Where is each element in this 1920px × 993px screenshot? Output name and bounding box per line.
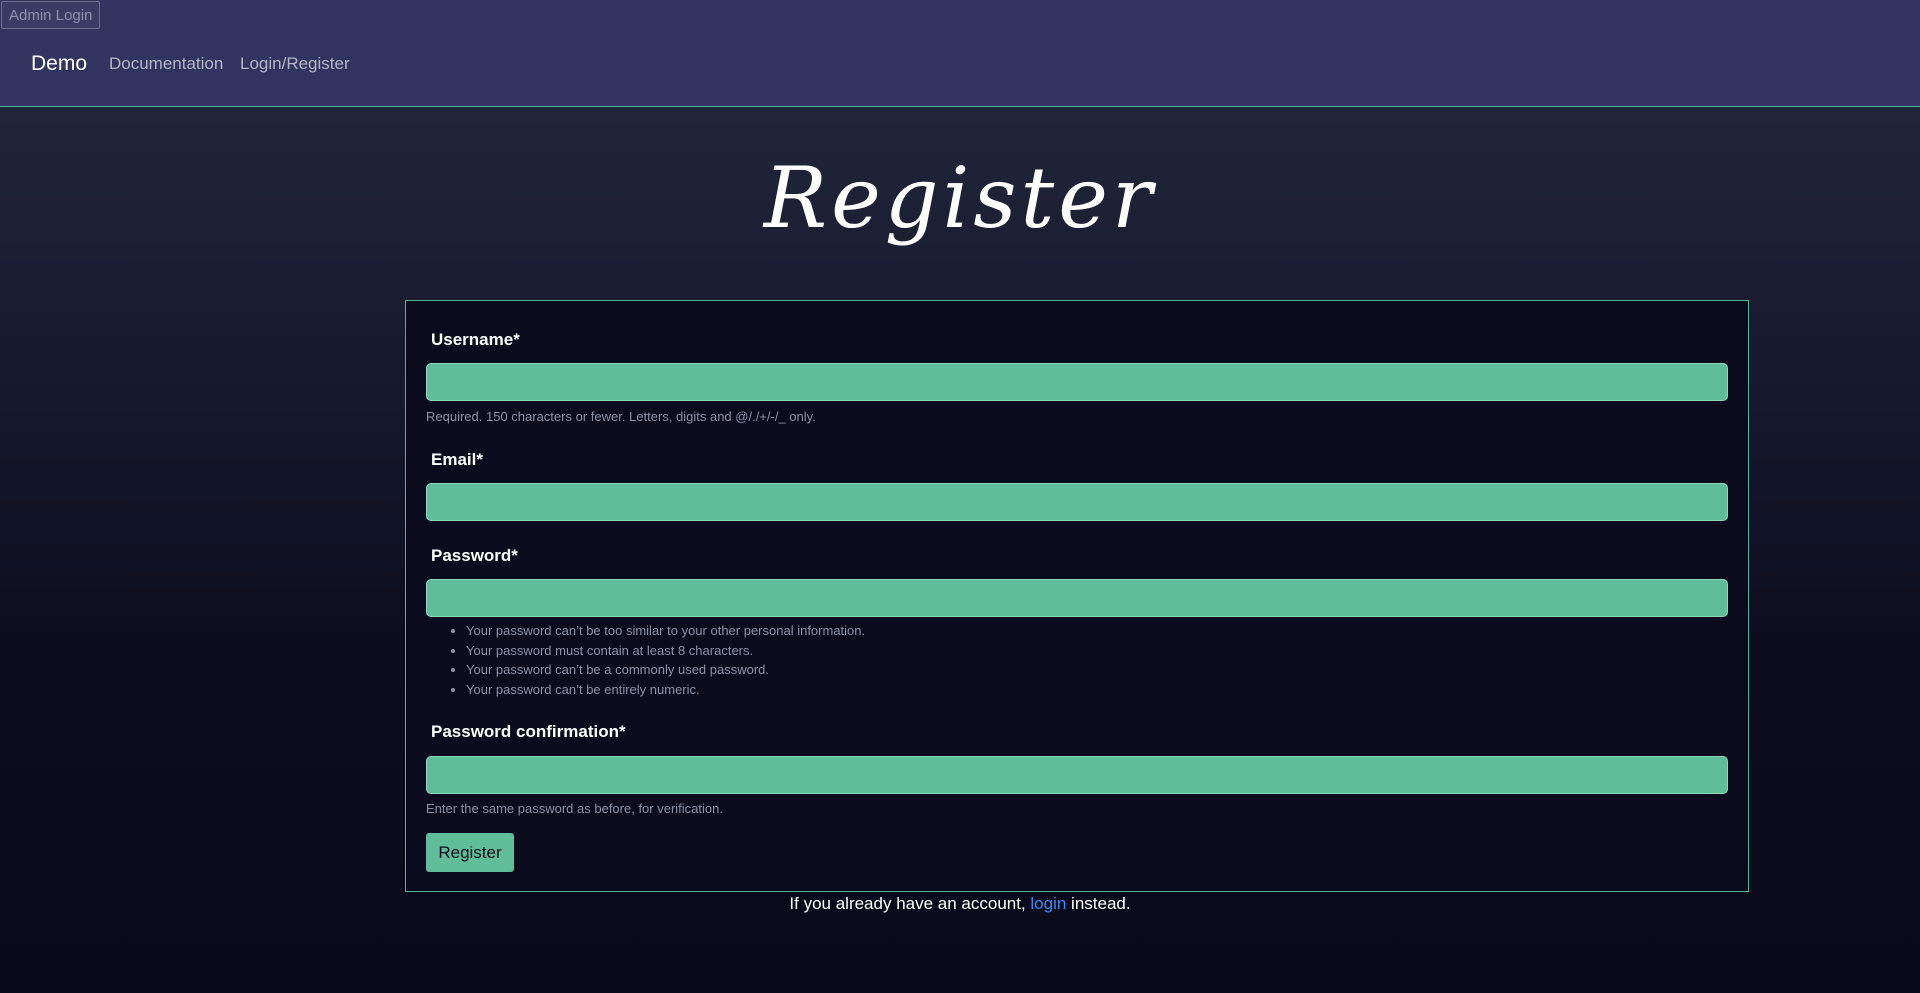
password-input[interactable] xyxy=(426,579,1728,617)
login-prompt-suffix: instead. xyxy=(1066,894,1131,913)
login-prompt-prefix: If you already have an account, xyxy=(789,894,1031,913)
nav-documentation-link[interactable]: Documentation xyxy=(109,52,223,76)
registration-form: Username* Required. 150 characters or fe… xyxy=(405,300,1749,892)
password-rule-item: Your password can’t be a commonly used p… xyxy=(466,660,865,680)
password-label: Password* xyxy=(431,546,518,565)
username-label: Username* xyxy=(431,330,520,349)
page-title: Register xyxy=(763,149,1157,247)
email-input[interactable] xyxy=(426,483,1728,521)
username-input[interactable] xyxy=(426,363,1728,401)
admin-login-button[interactable]: Admin Login xyxy=(1,1,101,29)
login-link[interactable]: login xyxy=(1030,894,1066,913)
password-rule-item: Your password must contain at least 8 ch… xyxy=(466,641,865,661)
login-prompt: If you already have an account, login in… xyxy=(0,893,1920,915)
email-label: Email* xyxy=(431,450,483,469)
password-confirmation-input[interactable] xyxy=(426,756,1728,794)
password-confirmation-help-text: Enter the same password as before, for v… xyxy=(426,801,723,816)
password-rule-item: Your password can’t be entirely numeric. xyxy=(466,680,865,700)
username-help-text: Required. 150 characters or fewer. Lette… xyxy=(426,409,816,424)
brand-logo[interactable]: Demo xyxy=(31,50,87,78)
password-rule-item: Your password can’t be too similar to yo… xyxy=(466,621,865,641)
register-button[interactable]: Register xyxy=(426,833,514,872)
navbar: Admin Login Demo Documentation Login/Reg… xyxy=(0,0,1920,107)
password-rules-list: Your password can’t be too similar to yo… xyxy=(426,621,865,699)
nav-login-register-link[interactable]: Login/Register xyxy=(240,52,350,76)
password-confirmation-label: Password confirmation* xyxy=(431,722,626,741)
